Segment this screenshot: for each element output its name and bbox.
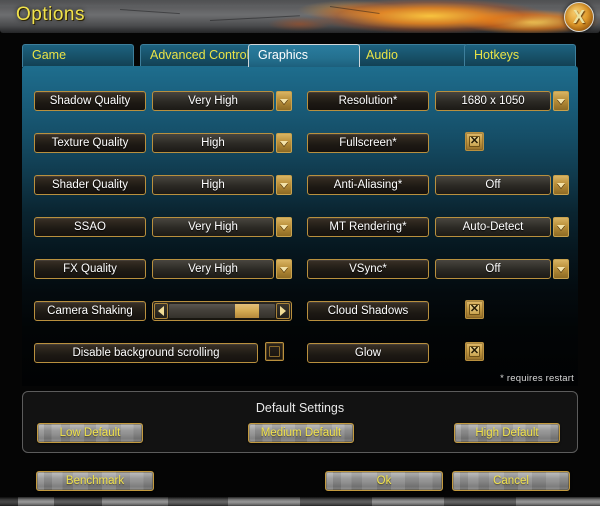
slider-decrease-icon[interactable]	[154, 303, 168, 319]
chevron-down-icon[interactable]	[553, 175, 569, 195]
checkbox-fullscreen[interactable]	[465, 132, 484, 151]
chevron-down-icon[interactable]	[553, 259, 569, 279]
medium-default-label: Medium Default	[260, 427, 342, 439]
tab-advanced-controls[interactable]: Advanced Controls	[140, 44, 252, 67]
dropdown-value-resolution[interactable]: 1680 x 1050	[435, 91, 551, 111]
ok-label: Ok	[376, 475, 392, 487]
tab-graphics[interactable]: Graphics	[248, 44, 360, 67]
titlebar-highlight	[0, 0, 600, 7]
setting-label-ssao[interactable]: SSAO	[34, 217, 146, 237]
dropdown-resolution[interactable]: 1680 x 1050	[435, 91, 569, 111]
slider-track[interactable]	[169, 304, 275, 318]
chevron-down-icon[interactable]	[276, 133, 292, 153]
window-title: Options	[16, 4, 85, 25]
dropdown-value-fx-quality[interactable]: Very High	[152, 259, 274, 279]
dropdown-value-vsync[interactable]: Off	[435, 259, 551, 279]
dropdown-texture-quality[interactable]: High	[152, 133, 292, 153]
setting-label-mt-rendering[interactable]: MT Rendering*	[307, 217, 429, 237]
settings-grid: Shadow Quality Very High Texture Quality…	[22, 66, 578, 386]
ok-button[interactable]: Ok	[325, 471, 443, 491]
cancel-button[interactable]: Cancel	[452, 471, 570, 491]
stone-crack	[329, 6, 380, 14]
default-settings-panel: Default Settings Low Default Medium Defa…	[22, 391, 578, 453]
dropdown-value-ssao[interactable]: Very High	[152, 217, 274, 237]
dropdown-value-shader-quality[interactable]: High	[152, 175, 274, 195]
window-titlebar: Options X	[0, 0, 600, 33]
dropdown-value-anti-aliasing[interactable]: Off	[435, 175, 551, 195]
dropdown-ssao[interactable]: Very High	[152, 217, 292, 237]
graphics-settings-panel: Shadow Quality Very High Texture Quality…	[22, 66, 578, 386]
setting-label-shadow-quality[interactable]: Shadow Quality	[34, 91, 146, 111]
setting-label-disable-background-scrolling[interactable]: Disable background scrolling	[34, 343, 258, 363]
setting-label-shader-quality[interactable]: Shader Quality	[34, 175, 146, 195]
setting-label-cloud-shadows[interactable]: Cloud Shadows	[307, 301, 429, 321]
chevron-down-icon[interactable]	[276, 217, 292, 237]
dropdown-shader-quality[interactable]: High	[152, 175, 292, 195]
tab-game[interactable]: Game	[22, 44, 134, 67]
slider-increase-icon[interactable]	[276, 303, 290, 319]
checkbox-disable-background-scrolling[interactable]	[265, 342, 284, 361]
dropdown-value-mt-rendering[interactable]: Auto-Detect	[435, 217, 551, 237]
chevron-down-icon[interactable]	[276, 175, 292, 195]
setting-label-fx-quality[interactable]: FX Quality	[34, 259, 146, 279]
chevron-down-icon[interactable]	[553, 217, 569, 237]
chevron-down-icon[interactable]	[553, 91, 569, 111]
slider-camera-shaking[interactable]	[152, 301, 292, 321]
stone-crack	[209, 15, 300, 21]
checkbox-inner	[469, 304, 480, 315]
chevron-down-icon[interactable]	[276, 91, 292, 111]
dropdown-mt-rendering[interactable]: Auto-Detect	[435, 217, 569, 237]
checkbox-cloud-shadows[interactable]	[465, 300, 484, 319]
tab-bar: Game Advanced Controls Graphics Audio Ho…	[22, 44, 578, 67]
dropdown-vsync[interactable]: Off	[435, 259, 569, 279]
setting-label-resolution[interactable]: Resolution*	[307, 91, 429, 111]
close-x-icon[interactable]: X	[564, 2, 594, 32]
setting-label-texture-quality[interactable]: Texture Quality	[34, 133, 146, 153]
medium-default-button[interactable]: Medium Default	[248, 423, 354, 443]
high-default-label: High Default	[475, 427, 539, 439]
checkbox-inner	[469, 346, 480, 357]
close-glyph: X	[572, 7, 585, 27]
default-settings-title: Default Settings	[255, 401, 345, 415]
tab-audio[interactable]: Audio	[356, 44, 468, 67]
chevron-down-icon[interactable]	[276, 259, 292, 279]
checkbox-glow[interactable]	[465, 342, 484, 361]
checkbox-inner	[469, 136, 480, 147]
requires-restart-note: * requires restart	[500, 373, 574, 384]
options-window: Options X Game Advanced Controls Graphic…	[0, 0, 600, 506]
setting-label-vsync[interactable]: VSync*	[307, 259, 429, 279]
dropdown-shadow-quality[interactable]: Very High	[152, 91, 292, 111]
checkbox-inner	[269, 346, 280, 357]
low-default-label: Low Default	[59, 427, 121, 439]
dropdown-value-shadow-quality[interactable]: Very High	[152, 91, 274, 111]
slider-handle[interactable]	[235, 304, 260, 318]
window-bottom-edge	[0, 497, 600, 506]
setting-label-glow[interactable]: Glow	[307, 343, 429, 363]
dropdown-value-texture-quality[interactable]: High	[152, 133, 274, 153]
setting-label-fullscreen[interactable]: Fullscreen*	[307, 133, 429, 153]
low-default-button[interactable]: Low Default	[37, 423, 143, 443]
cancel-label: Cancel	[493, 475, 529, 487]
stone-crack	[119, 9, 180, 15]
dropdown-anti-aliasing[interactable]: Off	[435, 175, 569, 195]
setting-label-camera-shaking[interactable]: Camera Shaking	[34, 301, 146, 321]
tab-hotkeys[interactable]: Hotkeys	[464, 44, 576, 67]
benchmark-label: Benchmark	[65, 475, 125, 487]
benchmark-button[interactable]: Benchmark	[36, 471, 154, 491]
setting-label-anti-aliasing[interactable]: Anti-Aliasing*	[307, 175, 429, 195]
high-default-button[interactable]: High Default	[454, 423, 560, 443]
dropdown-fx-quality[interactable]: Very High	[152, 259, 292, 279]
